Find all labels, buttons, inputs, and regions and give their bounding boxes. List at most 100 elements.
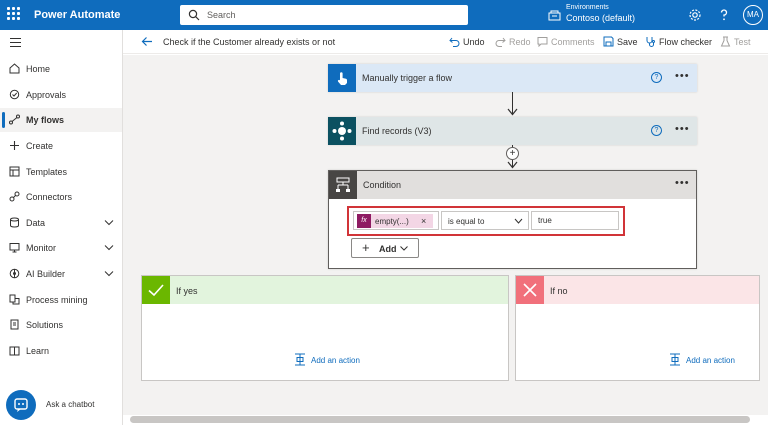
redo-label: Redo — [509, 37, 531, 47]
if-yes-branch: If yes Add an action — [141, 275, 509, 381]
learn-icon — [9, 346, 20, 356]
condition-icon — [336, 177, 350, 192]
if-yes-title: If yes — [176, 286, 198, 296]
chevron-down-icon — [400, 246, 408, 251]
operator-select[interactable]: is equal to — [441, 211, 529, 230]
expression-token[interactable]: fx empty(...) × — [357, 214, 433, 228]
function-fx-icon: fx — [357, 214, 371, 228]
sidebar-item-my-flows[interactable]: My flows — [0, 108, 122, 132]
templates-icon — [9, 166, 20, 177]
sidebar-item-monitor[interactable]: Monitor — [0, 236, 122, 260]
sidebar-item-label: Solutions — [26, 320, 64, 330]
checkmark-icon — [148, 284, 164, 297]
environment-label: Environments — [566, 4, 609, 11]
sidebar-item-label: Approvals — [26, 90, 67, 100]
environment-name: Contoso (default) — [566, 13, 636, 23]
more-options-icon[interactable]: ••• — [675, 70, 690, 82]
settings-gear-icon[interactable] — [688, 8, 702, 22]
condition-header[interactable]: Condition ••• — [329, 171, 696, 199]
dataverse-icon — [332, 121, 352, 141]
plus-icon — [10, 141, 19, 150]
arrow-down-icon — [507, 108, 518, 116]
horizontal-scrollbar[interactable] — [130, 416, 750, 423]
sidebar-item-label: AI Builder — [26, 269, 66, 279]
beaker-icon — [720, 36, 731, 47]
sidebar-item-connectors[interactable]: Connectors — [0, 185, 122, 209]
app-title[interactable]: Power Automate — [34, 9, 120, 21]
chatbot-button[interactable] — [6, 390, 36, 420]
chatbot-icon — [14, 398, 28, 412]
test-label: Test — [734, 37, 751, 47]
chevron-down-icon[interactable] — [104, 244, 114, 251]
insert-step-plus-icon[interactable]: + — [506, 147, 519, 160]
save-label: Save — [617, 37, 638, 47]
user-avatar[interactable]: MA — [743, 5, 763, 25]
if-no-branch: If no Add an action — [515, 275, 760, 381]
dataverse-icon-box — [328, 117, 356, 145]
sidebar-item-home[interactable]: Home — [0, 57, 122, 81]
top-bar: Power Automate Search Environments Conto… — [0, 0, 768, 30]
sidebar-item-data[interactable]: Data — [0, 211, 122, 235]
search-box[interactable]: Search — [180, 5, 468, 25]
sidebar-item-label: Monitor — [26, 243, 57, 253]
chevron-down-icon[interactable] — [104, 219, 114, 226]
chevron-down-icon[interactable] — [104, 270, 114, 277]
sidebar-item-learn[interactable]: Learn — [0, 339, 122, 363]
close-icon-box — [516, 276, 544, 304]
right-operand-field[interactable]: true — [531, 211, 619, 230]
process-mining-icon — [9, 294, 20, 305]
search-placeholder: Search — [207, 10, 236, 20]
action-title: Find records (V3) — [362, 126, 432, 136]
sidebar-item-ai-builder[interactable]: AI Builder — [0, 262, 122, 286]
sidebar-item-process-mining[interactable]: Process mining — [0, 288, 122, 312]
expression-token-label: empty(...) — [375, 217, 409, 226]
sidebar-item-create[interactable]: Create — [0, 134, 122, 158]
condition-icon-box — [329, 171, 357, 199]
chevron-down-icon — [514, 218, 523, 224]
find-records-card[interactable]: Find records (V3) ? ••• — [328, 117, 697, 145]
hamburger-menu-icon[interactable] — [10, 38, 21, 47]
sidebar-item-label: My flows — [26, 115, 65, 125]
help-icon[interactable] — [717, 8, 731, 22]
save-icon — [603, 36, 614, 47]
help-icon[interactable]: ? — [651, 125, 662, 136]
if-no-header[interactable]: If no — [516, 276, 759, 304]
condition-title: Condition — [363, 180, 402, 190]
sidebar-item-label: Create — [26, 141, 54, 151]
app-launcher-icon[interactable] — [6, 6, 22, 22]
left-operand-field[interactable]: fx empty(...) × — [353, 211, 439, 230]
sidebar-item-templates[interactable]: Templates — [0, 160, 122, 184]
redo-icon — [495, 37, 506, 47]
remove-token-icon[interactable]: × — [421, 216, 426, 226]
more-options-icon[interactable]: ••• — [675, 123, 690, 135]
if-yes-header[interactable]: If yes — [142, 276, 508, 304]
search-icon — [188, 9, 200, 21]
comments-label: Comments — [551, 37, 595, 47]
database-icon — [10, 217, 19, 228]
sidebar-item-solutions[interactable]: Solutions — [0, 313, 122, 337]
add-action-icon — [295, 353, 305, 366]
arrow-down-icon — [507, 161, 518, 169]
back-arrow-icon[interactable] — [141, 36, 153, 47]
sidebar-item-label: Connectors — [26, 192, 73, 202]
chatbot-label[interactable]: Ask a chatbot — [46, 400, 94, 409]
sidebar-item-approvals[interactable]: Approvals — [0, 83, 122, 107]
more-options-icon[interactable]: ••• — [675, 177, 690, 189]
trigger-title: Manually trigger a flow — [362, 73, 453, 83]
sidebar-item-label: Process mining — [26, 295, 88, 305]
add-action-icon — [670, 353, 680, 366]
trigger-card[interactable]: Manually trigger a flow ? ••• — [328, 64, 697, 92]
plus-icon: + — [362, 240, 370, 255]
solutions-icon — [10, 319, 19, 330]
if-no-title: If no — [550, 286, 568, 296]
add-condition-button[interactable]: + Add — [351, 238, 419, 258]
left-nav: Home Approvals My flows Create Templates… — [0, 30, 123, 425]
flows-icon — [9, 114, 20, 125]
help-icon[interactable]: ? — [651, 72, 662, 83]
comment-icon — [537, 37, 548, 47]
flow-name[interactable]: Check if the Customer already exists or … — [163, 37, 335, 47]
add-action-label: Add an action — [311, 356, 360, 365]
add-action-label: Add an action — [686, 356, 735, 365]
ai-builder-icon — [9, 268, 20, 279]
environment-icon — [548, 10, 561, 21]
